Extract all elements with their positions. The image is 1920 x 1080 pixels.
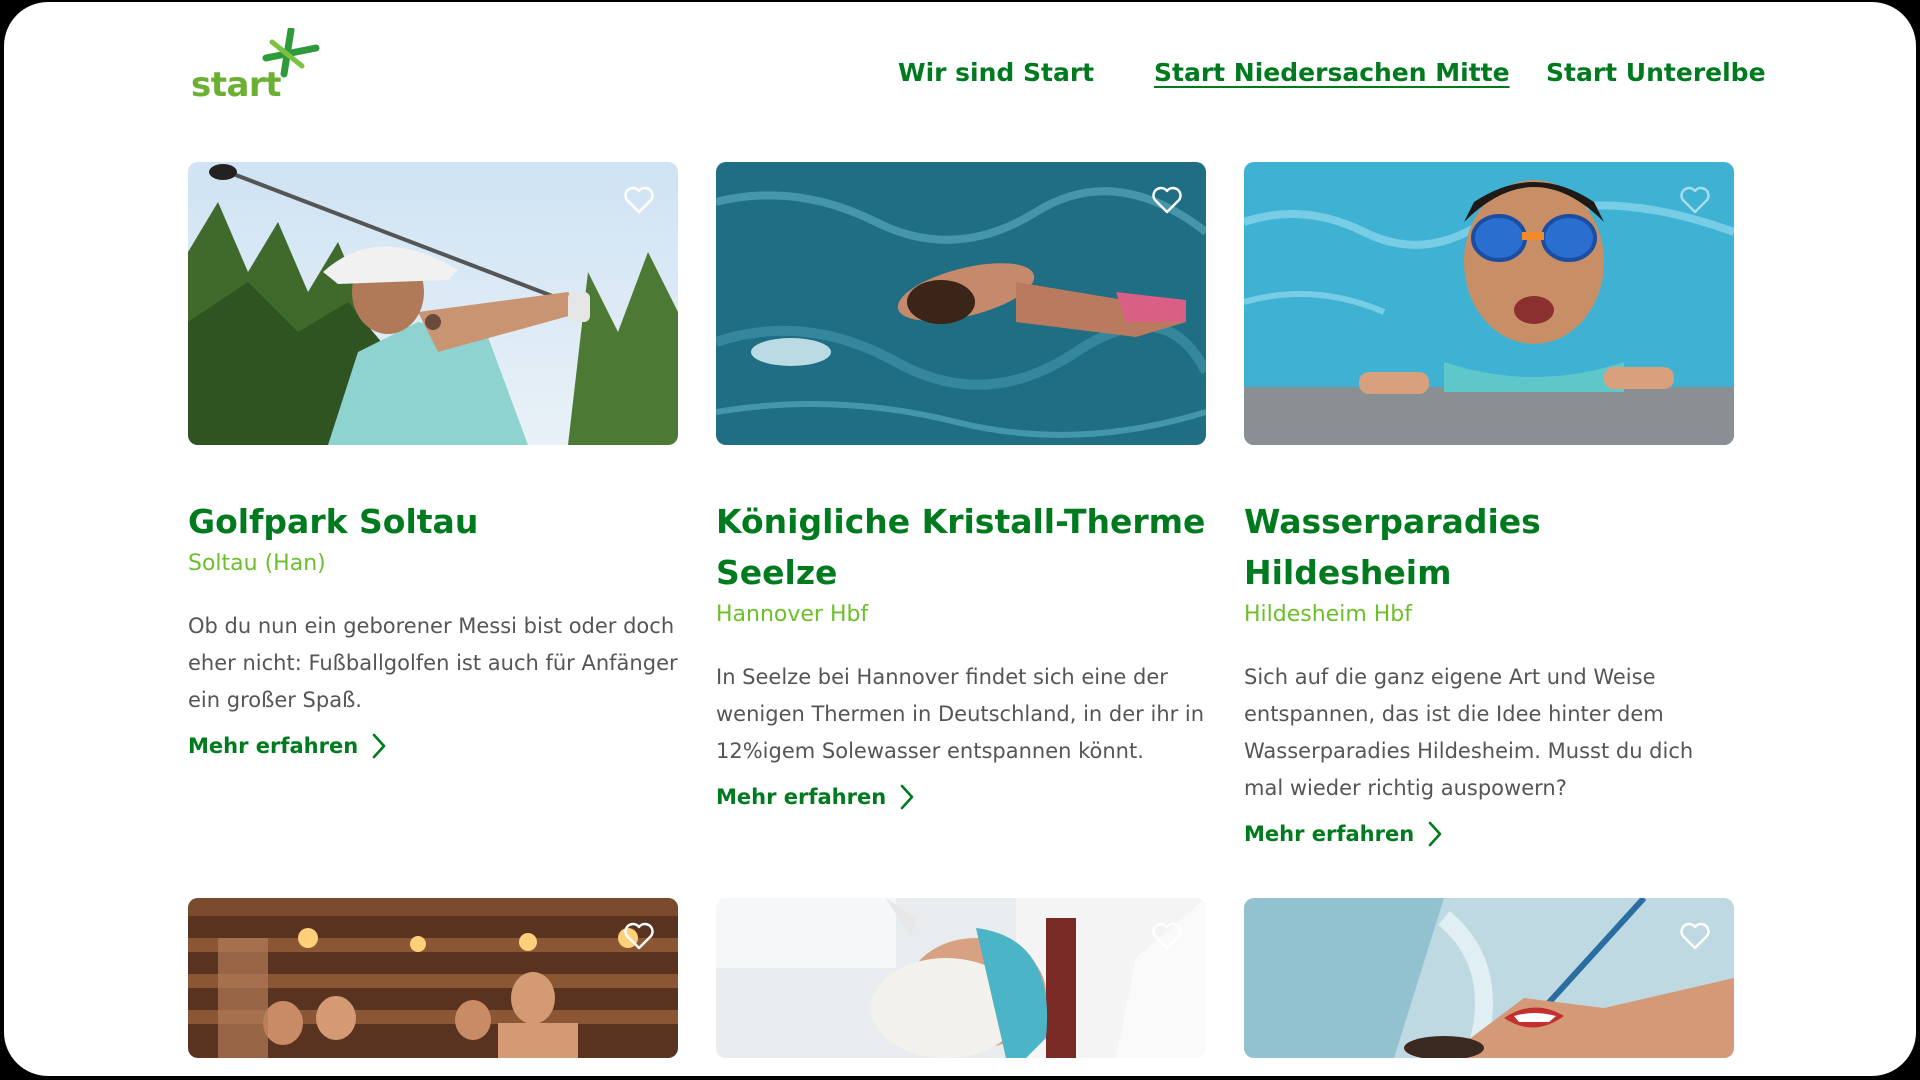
mehr-erfahren-label: Mehr erfahren (188, 734, 359, 758)
facial-mask-photo (716, 898, 1206, 1058)
favorite-heart-icon[interactable] (1152, 922, 1182, 950)
card-station: Hildesheim Hbf (1244, 602, 1412, 627)
nav-link-wir-sind-start[interactable]: Wir sind Start (898, 58, 1094, 87)
mehr-erfahren-link[interactable]: Mehr erfahren (188, 733, 386, 759)
card-description: In Seelze bei Hannover findet sich eine … (716, 665, 1205, 763)
favorite-heart-icon[interactable] (1680, 186, 1710, 214)
spa-pool-photo (716, 162, 1206, 445)
card-station: Hannover Hbf (716, 602, 869, 627)
water-splash-photo (1244, 898, 1734, 1058)
card-image[interactable] (1244, 162, 1734, 445)
card-image[interactable] (716, 898, 1206, 1058)
card-description: Sich auf die ganz eigene Art und Weise e… (1244, 665, 1694, 800)
card-station: Soltau (Han) (188, 551, 326, 576)
nav-link-start-niedersachen-mitte[interactable]: Start Niedersachen Mitte (1154, 58, 1510, 87)
card-title[interactable]: Golfpark Soltau (188, 496, 678, 547)
swimming-child-photo (1244, 162, 1734, 445)
sauna-photo (188, 898, 678, 1058)
mehr-erfahren-label: Mehr erfahren (1244, 822, 1415, 846)
card-description: Ob du nun ein geborener Messi bist oder … (188, 614, 678, 712)
chevron-right-icon (372, 733, 386, 759)
mehr-erfahren-link[interactable]: Mehr erfahren (716, 784, 914, 810)
card-sauna (188, 898, 678, 1058)
card-image[interactable] (188, 898, 678, 1058)
card-golfpark-soltau: Golfpark Soltau Soltau (Han) Ob du nun e… (188, 162, 678, 759)
card-image[interactable] (188, 162, 678, 445)
card-kristall-therme-seelze: Königliche Kristall-Therme Seelze Hannov… (716, 162, 1206, 810)
favorite-heart-icon[interactable] (1152, 186, 1182, 214)
card-title[interactable]: Wasserparadies Hildesheim (1244, 496, 1734, 598)
card-title[interactable]: Königliche Kristall-Therme Seelze (716, 496, 1206, 598)
mehr-erfahren-link[interactable]: Mehr erfahren (1244, 821, 1442, 847)
card-kosmetik (716, 898, 1206, 1058)
card-image[interactable] (1244, 898, 1734, 1058)
golf-photo (188, 162, 678, 445)
nav-link-start-unterelbe[interactable]: Start Unterelbe (1546, 58, 1766, 87)
chevron-right-icon (900, 784, 914, 810)
card-image[interactable] (716, 162, 1206, 445)
card-wasserparadies-hildesheim: Wasserparadies Hildesheim Hildesheim Hbf… (1244, 162, 1734, 847)
mehr-erfahren-label: Mehr erfahren (716, 785, 887, 809)
main-nav: Wir sind Start Start Niedersachen Mitte … (4, 58, 1916, 98)
favorite-heart-icon[interactable] (1680, 922, 1710, 950)
favorite-heart-icon[interactable] (624, 922, 654, 950)
browser-viewport: start Wir sind Start Start Niedersachen … (4, 2, 1916, 1076)
card-wellness (1244, 898, 1734, 1058)
favorite-heart-icon[interactable] (624, 186, 654, 214)
chevron-right-icon (1428, 821, 1442, 847)
